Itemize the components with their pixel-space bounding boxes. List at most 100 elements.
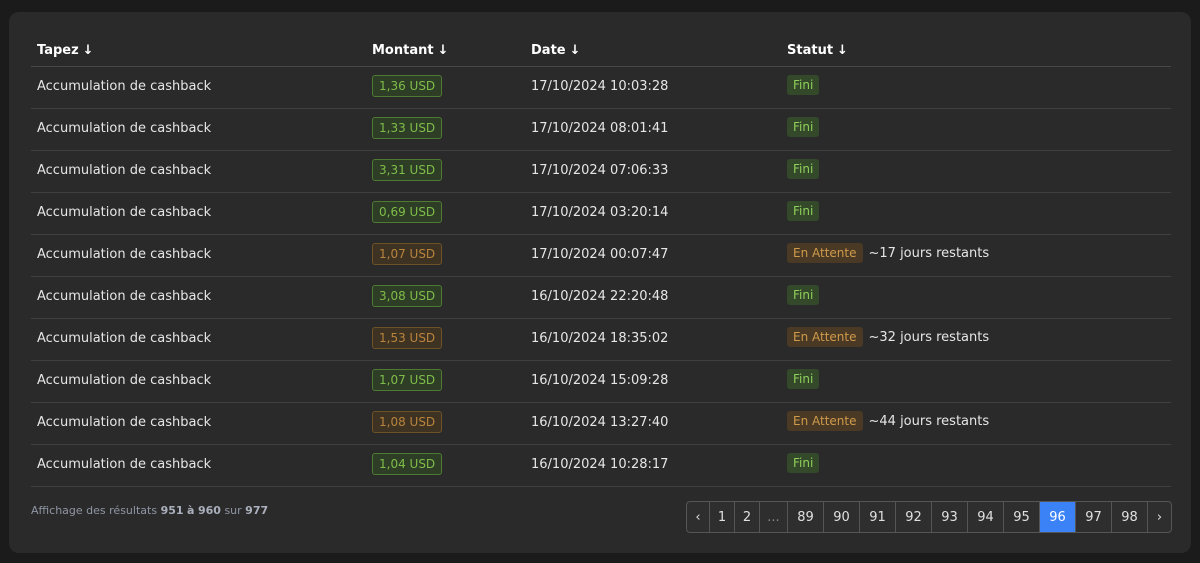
cell-type: Accumulation de cashback bbox=[37, 457, 212, 472]
cell-status: Fini bbox=[787, 453, 820, 473]
cell-date: 16/10/2024 15:09:28 bbox=[531, 373, 669, 388]
sort-arrow-icon: ↓ bbox=[437, 43, 449, 58]
cell-amount: 1,33 USD bbox=[372, 117, 443, 139]
transactions-card: Tapez ↓ Montant ↓ Date ↓ Statut ↓ Accumulati… bbox=[9, 12, 1191, 553]
status-badge: Fini bbox=[787, 369, 820, 389]
header-amount[interactable]: Montant ↓ bbox=[372, 43, 449, 58]
cell-type: Accumulation de cashback bbox=[37, 79, 212, 94]
cell-date: 17/10/2024 03:20:14 bbox=[531, 205, 669, 220]
summary-mid: à bbox=[187, 504, 195, 517]
table-row: Accumulation de cashback 3,31 USD 17/10/20… bbox=[31, 151, 1171, 193]
status-badge: En Attente bbox=[787, 411, 863, 431]
cell-type: Accumulation de cashback bbox=[37, 121, 212, 136]
cell-date: 16/10/2024 10:28:17 bbox=[531, 457, 669, 472]
cell-date: 17/10/2024 07:06:33 bbox=[531, 163, 669, 178]
amount-badge: 1,04 USD bbox=[372, 453, 443, 475]
header-amount-label: Montant bbox=[372, 43, 434, 58]
table-row: Accumulation de cashback 1,04 USD 16/10/20… bbox=[31, 445, 1171, 487]
cell-status: En Attente ~44 jours restants bbox=[787, 411, 989, 431]
page-button[interactable]: 92 bbox=[896, 502, 932, 532]
sort-arrow-icon: ↓ bbox=[837, 43, 848, 58]
cell-date: 17/10/2024 00:07:47 bbox=[531, 247, 669, 262]
cell-amount: 1,53 USD bbox=[372, 327, 443, 349]
amount-badge: 0,69 USD bbox=[372, 201, 443, 223]
cell-date: 16/10/2024 22:20:48 bbox=[531, 289, 669, 304]
remaining-days: ~32 jours restants bbox=[868, 330, 990, 345]
page-button[interactable]: 90 bbox=[824, 502, 860, 532]
summary-prefix: Affichage des résultats bbox=[31, 504, 158, 517]
cell-type: Accumulation de cashback bbox=[37, 163, 212, 178]
amount-badge: 1,36 USD bbox=[372, 75, 443, 97]
amount-badge: 1,07 USD bbox=[372, 243, 443, 265]
cell-status: Fini bbox=[787, 75, 820, 95]
table-row: Accumulation de cashback 1,07 USD 17/10/20… bbox=[31, 235, 1171, 277]
remaining-days: ~17 jours restants bbox=[868, 246, 990, 261]
page-button[interactable]: 97 bbox=[1076, 502, 1112, 532]
status-badge: Fini bbox=[787, 75, 820, 95]
table-row: Accumulation de cashback 1,33 USD 17/10/20… bbox=[31, 109, 1171, 151]
page-next-button[interactable]: › bbox=[1148, 502, 1171, 532]
page-prev-button[interactable]: ‹ bbox=[687, 502, 710, 532]
page-button[interactable]: 2 bbox=[735, 502, 760, 532]
summary-from: 951 bbox=[160, 504, 184, 517]
page-button[interactable]: 96 bbox=[1040, 502, 1076, 532]
page-button[interactable]: 1 bbox=[710, 502, 735, 532]
cell-status: Fini bbox=[787, 117, 820, 137]
cell-status: Fini bbox=[787, 369, 820, 389]
table-header: Tapez ↓ Montant ↓ Date ↓ Statut ↓ bbox=[31, 40, 1171, 67]
pagination: ‹ 1 2... 89 90 91 92 93 94 95 96 97 98 › bbox=[686, 501, 1172, 533]
amount-badge: 3,31 USD bbox=[372, 159, 443, 181]
cell-type: Accumulation de cashback bbox=[37, 331, 212, 346]
cell-type: Accumulation de cashback bbox=[37, 373, 212, 388]
cell-status: En Attente ~32 jours restants bbox=[787, 327, 989, 347]
header-date-label: Date bbox=[531, 43, 566, 58]
cell-type: Accumulation de cashback bbox=[37, 289, 212, 304]
page-button[interactable]: 93 bbox=[932, 502, 968, 532]
cell-type: Accumulation de cashback bbox=[37, 205, 212, 220]
status-badge: En Attente bbox=[787, 327, 863, 347]
table-body: Accumulation de cashback 1,36 USD 17/10/20… bbox=[31, 67, 1171, 487]
results-summary: Affichage des résultats 951 à 960 sur 97… bbox=[31, 504, 268, 517]
sort-arrow-icon: ↓ bbox=[569, 43, 581, 58]
amount-badge: 1,07 USD bbox=[372, 369, 443, 391]
cell-date: 16/10/2024 18:35:02 bbox=[531, 331, 669, 346]
header-type-label: Tapez bbox=[37, 43, 79, 58]
amount-badge: 3,08 USD bbox=[372, 285, 443, 307]
status-badge: Fini bbox=[787, 201, 820, 221]
table-row: Accumulation de cashback 1,36 USD 17/10/20… bbox=[31, 67, 1171, 109]
table-row: Accumulation de cashback 1,08 USD 16/10/20… bbox=[31, 403, 1171, 445]
page-button[interactable]: 95 bbox=[1004, 502, 1040, 532]
header-date[interactable]: Date ↓ bbox=[531, 43, 581, 58]
cell-status: Fini bbox=[787, 159, 820, 179]
header-status[interactable]: Statut ↓ bbox=[787, 43, 848, 58]
summary-total: 977 bbox=[245, 504, 269, 517]
cell-status: Fini bbox=[787, 285, 820, 305]
status-badge: Fini bbox=[787, 117, 820, 137]
cell-amount: 1,04 USD bbox=[372, 453, 443, 475]
status-badge: Fini bbox=[787, 159, 820, 179]
status-badge: Fini bbox=[787, 453, 820, 473]
cell-amount: 1,07 USD bbox=[372, 369, 443, 391]
table-row: Accumulation de cashback 3,08 USD 16/10/20… bbox=[31, 277, 1171, 319]
table-row: Accumulation de cashback 1,07 USD 16/10/20… bbox=[31, 361, 1171, 403]
cell-amount: 1,36 USD bbox=[372, 75, 443, 97]
page-button[interactable]: 98 bbox=[1112, 502, 1148, 532]
cell-amount: 1,07 USD bbox=[372, 243, 443, 265]
summary-to: 960 bbox=[197, 504, 221, 517]
amount-badge: 1,53 USD bbox=[372, 327, 443, 349]
cell-amount: 0,69 USD bbox=[372, 201, 443, 223]
status-badge: Fini bbox=[787, 285, 820, 305]
status-badge: En Attente bbox=[787, 243, 863, 263]
page-button[interactable]: 89 bbox=[788, 502, 824, 532]
transactions-table: Tapez ↓ Montant ↓ Date ↓ Statut ↓ Accumulati… bbox=[31, 40, 1171, 487]
cell-date: 16/10/2024 13:27:40 bbox=[531, 415, 669, 430]
cell-status: Fini bbox=[787, 201, 820, 221]
cell-amount: 3,08 USD bbox=[372, 285, 443, 307]
sort-arrow-icon: ↓ bbox=[82, 43, 94, 58]
header-type[interactable]: Tapez ↓ bbox=[37, 43, 94, 58]
cell-amount: 1,08 USD bbox=[372, 411, 443, 433]
page-button[interactable]: 91 bbox=[860, 502, 896, 532]
page-button[interactable]: 94 bbox=[968, 502, 1004, 532]
cell-type: Accumulation de cashback bbox=[37, 247, 212, 262]
header-status-label: Statut bbox=[787, 43, 834, 58]
